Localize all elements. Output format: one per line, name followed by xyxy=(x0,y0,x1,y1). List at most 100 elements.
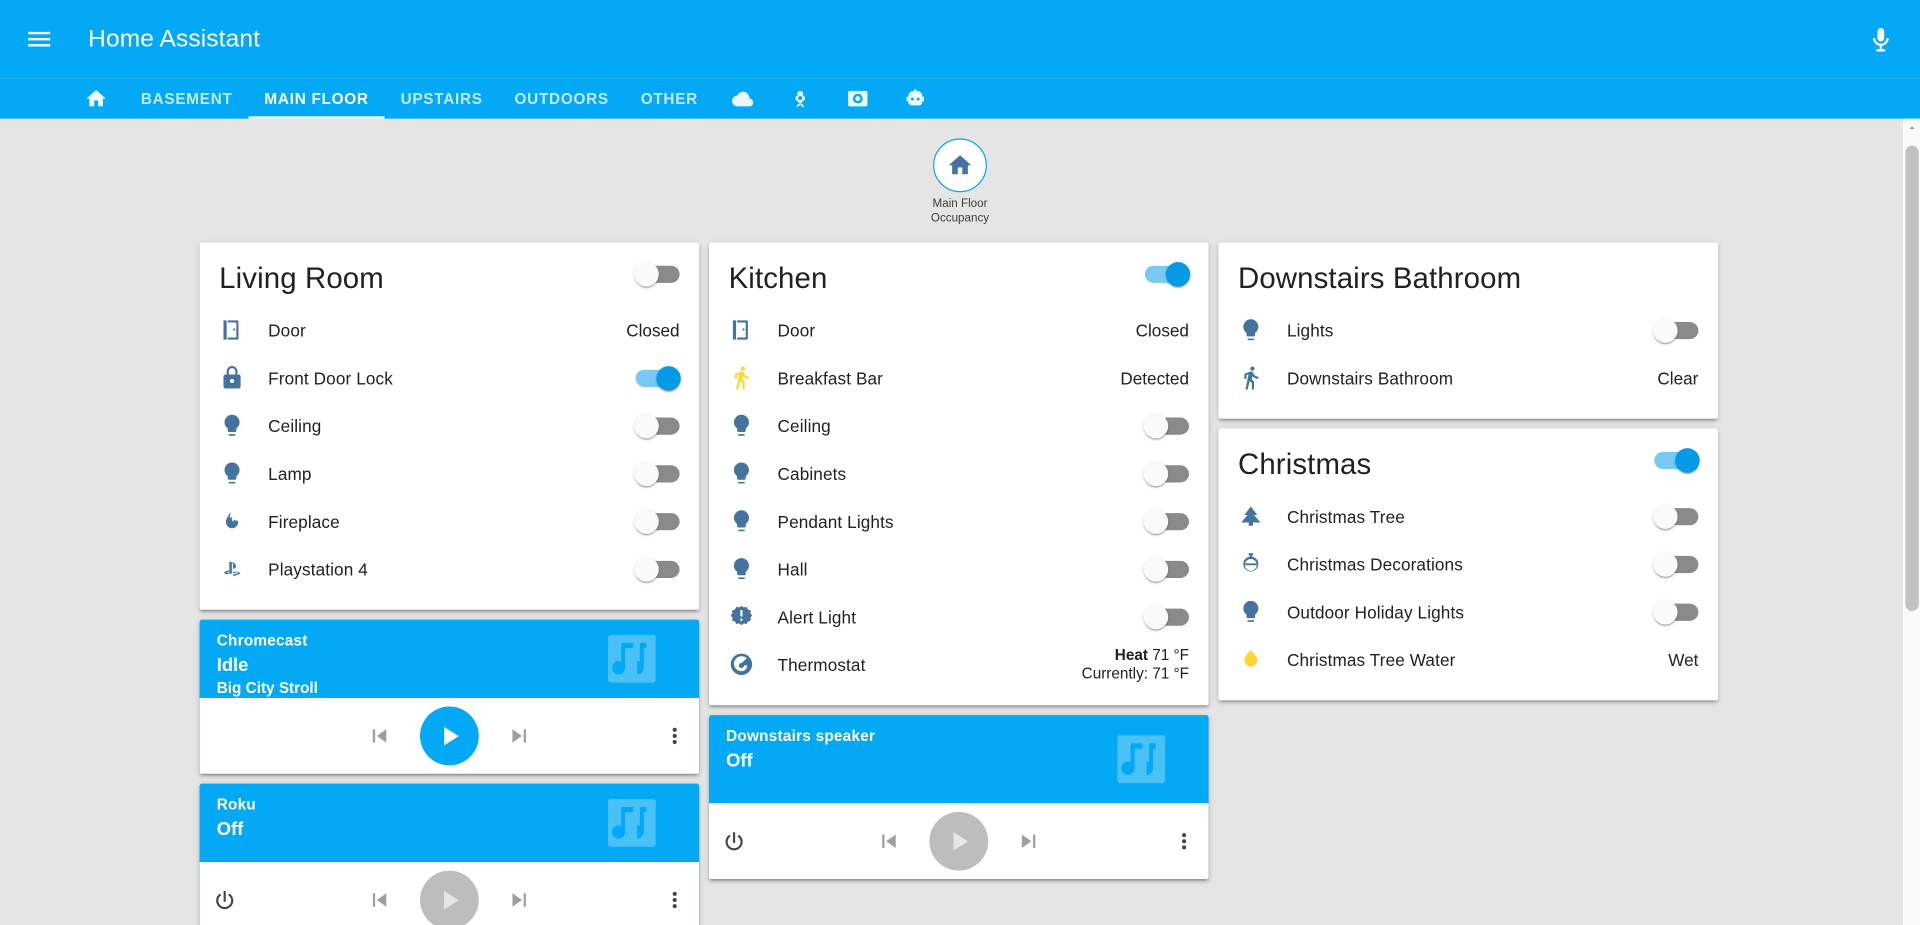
media-info[interactable]: Chromecast Idle Big City Stroll xyxy=(200,620,700,698)
skip-next-icon[interactable] xyxy=(506,887,533,914)
climate-current: Currently: 71 °F xyxy=(1081,664,1189,682)
entity-state[interactable]: Closed xyxy=(626,320,679,340)
tab-storage[interactable] xyxy=(829,78,887,118)
hamburger-menu-icon[interactable] xyxy=(15,15,64,64)
skip-next-icon[interactable] xyxy=(506,722,533,749)
table-row[interactable]: Lights xyxy=(1218,306,1718,354)
table-row[interactable]: Front Door Lock xyxy=(200,354,700,402)
table-row[interactable]: Thermostat Heat 71 °F Currently: 71 °F xyxy=(709,640,1209,688)
entity-toggle[interactable] xyxy=(1143,461,1189,486)
music-album-icon xyxy=(564,784,699,862)
tab-home[interactable] xyxy=(67,78,125,118)
table-row[interactable]: Ceiling xyxy=(709,402,1209,450)
tab-weather[interactable] xyxy=(714,78,772,118)
table-row[interactable]: Lamp xyxy=(200,449,700,497)
entity-toggle[interactable] xyxy=(634,413,680,438)
entity-toggle[interactable] xyxy=(1653,599,1699,624)
tab-other[interactable]: OTHER xyxy=(625,78,714,118)
power-icon[interactable] xyxy=(212,887,238,913)
tab-basement[interactable]: BASEMENT xyxy=(125,78,249,118)
badge-main-floor-occupancy[interactable]: Main Floor Occupancy xyxy=(905,138,1015,225)
column-1: Living Room Door Closed Front Door Lock … xyxy=(199,242,700,925)
dots-vertical-icon[interactable] xyxy=(1172,829,1196,853)
entity-state[interactable]: Heat 71 °F Currently: 71 °F xyxy=(1082,646,1189,683)
dots-vertical-icon[interactable] xyxy=(662,888,686,912)
table-row[interactable]: Christmas Decorations xyxy=(1218,540,1718,588)
tab-main-floor[interactable]: MAIN FLOOR xyxy=(248,78,385,119)
table-row[interactable]: Christmas Tree Water Wet xyxy=(1218,636,1718,684)
entity-toggle[interactable] xyxy=(1653,551,1699,577)
card-header: Living Room xyxy=(200,242,700,306)
entity-toggle[interactable] xyxy=(635,365,681,391)
entity-toggle[interactable] xyxy=(634,508,680,534)
entity-name: Breakfast Bar xyxy=(777,367,884,388)
entity-state[interactable]: Detected xyxy=(1120,368,1189,388)
card-kitchen: Kitchen Door Closed Breakfast Bar Detect… xyxy=(708,242,1209,706)
entity-name: Lights xyxy=(1286,320,1334,340)
scrollbar-thumb[interactable] xyxy=(1905,145,1919,612)
lightbulb-icon xyxy=(1238,317,1287,343)
entity-rows: Door Closed Front Door Lock Ceiling Lamp… xyxy=(200,306,700,610)
table-row[interactable]: Fireplace xyxy=(200,497,700,545)
media-transport xyxy=(266,870,633,925)
power-icon[interactable] xyxy=(721,828,747,854)
toggle-knob xyxy=(634,413,659,438)
tab-plants[interactable] xyxy=(771,78,829,118)
microphone-icon[interactable] xyxy=(1856,15,1905,64)
entity-toggle[interactable] xyxy=(1143,604,1189,629)
play-icon[interactable] xyxy=(420,706,479,766)
tab-upstairs[interactable]: UPSTAIRS xyxy=(385,78,499,118)
entity-toggle[interactable] xyxy=(634,556,680,582)
table-row[interactable]: Outdoor Holiday Lights xyxy=(1218,588,1718,636)
entity-toggle[interactable] xyxy=(1143,413,1189,438)
tab-outdoors[interactable]: OUTDOORS xyxy=(499,78,625,118)
header-toggle[interactable] xyxy=(1654,448,1700,473)
entity-name: Ceiling xyxy=(777,415,831,436)
card-title: Kitchen xyxy=(728,262,828,296)
table-row[interactable]: Cabinets xyxy=(709,449,1209,497)
lightbulb-icon xyxy=(729,556,778,582)
media-info[interactable]: Downstairs speaker Off xyxy=(709,715,1209,803)
table-row[interactable]: Hall xyxy=(709,545,1209,593)
play-icon[interactable] xyxy=(420,870,479,925)
lightbulb-icon xyxy=(729,508,778,534)
table-row[interactable]: Playstation 4 xyxy=(200,545,700,593)
table-row[interactable]: Door Closed xyxy=(709,306,1209,354)
header-toggle[interactable] xyxy=(1144,262,1191,287)
tab-automations[interactable] xyxy=(887,78,945,118)
card-media-roku: Roku Off xyxy=(199,783,700,925)
vertical-scrollbar[interactable] xyxy=(1901,118,1920,925)
play-icon[interactable] xyxy=(929,811,989,871)
header-toggle[interactable] xyxy=(634,262,680,287)
table-row[interactable]: Christmas Tree xyxy=(1218,492,1718,540)
table-row[interactable]: Pendant Lights xyxy=(709,497,1209,545)
table-row[interactable]: Door Closed xyxy=(200,306,700,354)
entity-toggle[interactable] xyxy=(1653,317,1699,343)
entity-toggle[interactable] xyxy=(634,461,680,486)
table-row[interactable]: Ceiling xyxy=(200,402,700,450)
badge-label-line2: Occupancy xyxy=(930,211,990,225)
media-info[interactable]: Roku Off xyxy=(200,784,700,862)
entity-name: Pendant Lights xyxy=(777,511,894,531)
dots-vertical-icon[interactable] xyxy=(662,724,686,748)
entity-toggle[interactable] xyxy=(1653,503,1699,529)
lightbulb-icon xyxy=(219,413,268,439)
entity-name: Cabinets xyxy=(777,463,847,484)
skip-next-icon[interactable] xyxy=(1015,828,1042,855)
entity-toggle[interactable] xyxy=(1143,508,1189,534)
media-controls xyxy=(708,803,1209,880)
skip-previous-icon[interactable] xyxy=(366,887,393,914)
lightbulb-icon xyxy=(729,460,778,486)
entity-state[interactable]: Wet xyxy=(1668,650,1698,670)
table-row[interactable]: Downstairs Bathroom Clear xyxy=(1218,354,1718,402)
skip-previous-icon[interactable] xyxy=(876,828,903,855)
scroll-up-arrow-icon[interactable] xyxy=(1903,119,1920,137)
table-row[interactable]: Breakfast Bar Detected xyxy=(709,354,1209,402)
table-row[interactable]: Alert Light xyxy=(709,593,1209,641)
entity-rows: Lights Downstairs Bathroom Clear xyxy=(1218,306,1718,419)
pine-tree-icon xyxy=(1238,503,1287,529)
entity-state[interactable]: Closed xyxy=(1136,320,1189,340)
skip-previous-icon[interactable] xyxy=(366,722,393,749)
entity-state[interactable]: Clear xyxy=(1657,368,1698,388)
entity-toggle[interactable] xyxy=(1143,556,1189,582)
